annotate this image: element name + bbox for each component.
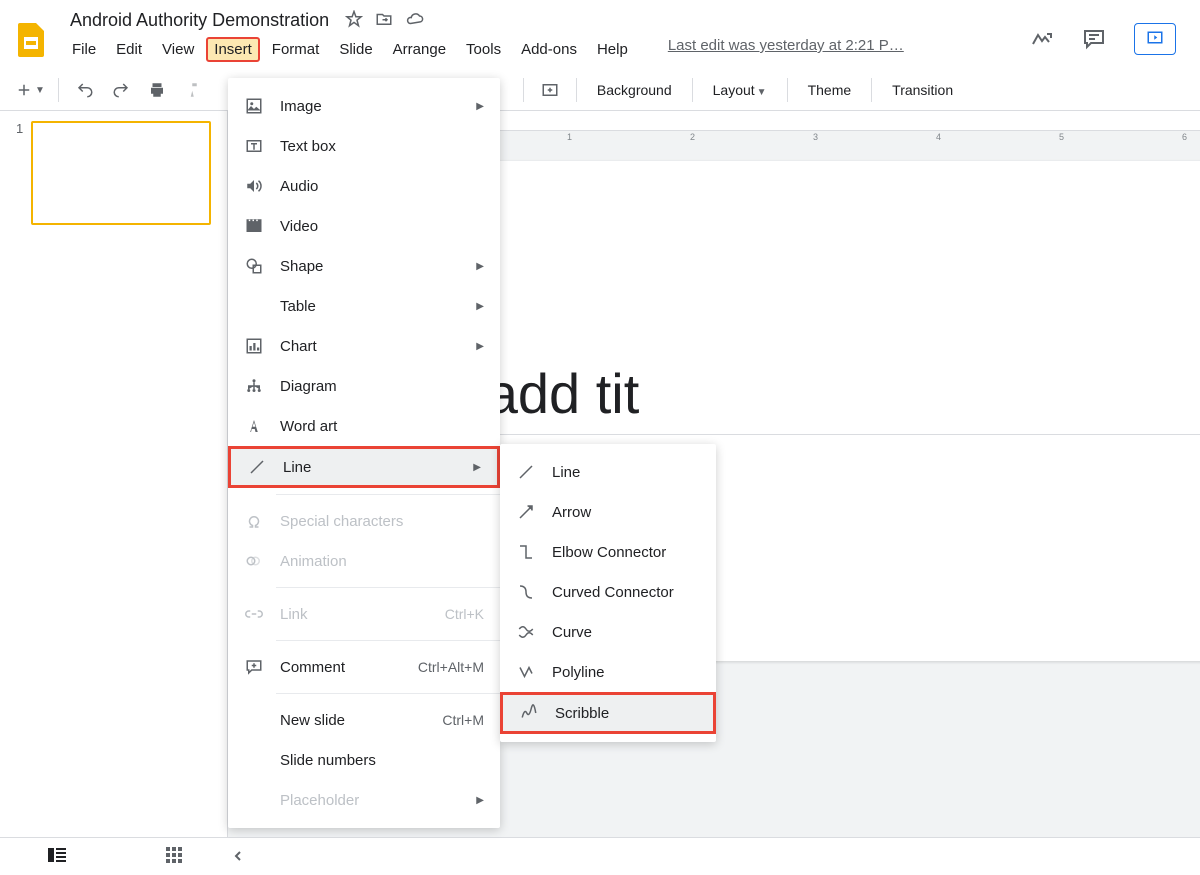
- insert-line[interactable]: Line ▶: [228, 446, 500, 488]
- shape-icon: [244, 256, 264, 276]
- cloud-icon[interactable]: [405, 10, 425, 31]
- chevron-right-icon: ▶: [476, 261, 484, 272]
- polyline-icon: [516, 662, 536, 682]
- insert-animation: Animation: [228, 541, 500, 581]
- chevron-right-icon: ▶: [476, 101, 484, 112]
- slide-preview[interactable]: [31, 121, 211, 225]
- insert-shape[interactable]: Shape ▶: [228, 246, 500, 286]
- arrow-icon: [516, 502, 536, 522]
- chart-icon: [244, 336, 264, 356]
- diagram-icon: [244, 376, 264, 396]
- insert-slide-numbers[interactable]: Slide numbers: [228, 740, 500, 780]
- chevron-right-icon: ▶: [476, 795, 484, 806]
- last-edit-link[interactable]: Last edit was yesterday at 2:21 P…: [668, 37, 904, 62]
- insert-special-chars: Special characters: [228, 501, 500, 541]
- comment-icon: [244, 657, 264, 677]
- star-icon[interactable]: [345, 10, 363, 31]
- grid-view-icon[interactable]: [166, 847, 182, 866]
- chevron-down-icon: ▼: [35, 85, 45, 96]
- insert-chart[interactable]: Chart ▶: [228, 326, 500, 366]
- line-arrow[interactable]: Arrow: [500, 492, 716, 532]
- line-polyline[interactable]: Polyline: [500, 652, 716, 692]
- insert-placeholder: Placeholder ▶: [228, 780, 500, 820]
- paint-format-button[interactable]: [177, 76, 209, 104]
- line-tool-icon: [516, 462, 536, 482]
- animation-icon: [244, 551, 264, 571]
- table-icon: [244, 296, 264, 316]
- omega-icon: [244, 511, 264, 531]
- print-button[interactable]: [141, 76, 173, 104]
- menu-addons[interactable]: Add-ons: [513, 37, 585, 62]
- insert-video[interactable]: Video: [228, 206, 500, 246]
- insert-new-slide[interactable]: New slide Ctrl+M: [228, 700, 500, 740]
- present-button[interactable]: [1134, 23, 1176, 55]
- slides-logo[interactable]: [12, 19, 52, 59]
- line-curve[interactable]: Curve: [500, 612, 716, 652]
- insert-audio[interactable]: Audio: [228, 166, 500, 206]
- fit-button[interactable]: [534, 76, 566, 104]
- elbow-icon: [516, 542, 536, 562]
- menu-insert[interactable]: Insert: [206, 37, 260, 62]
- wordart-icon: [244, 416, 264, 436]
- theme-button[interactable]: Theme: [798, 76, 862, 104]
- redo-button[interactable]: [105, 76, 137, 104]
- layout-button[interactable]: Layout▼: [703, 76, 777, 104]
- chevron-right-icon: ▶: [473, 462, 481, 473]
- comments-icon[interactable]: [1082, 27, 1106, 51]
- scribble-icon: [519, 703, 539, 723]
- line-scribble[interactable]: Scribble: [500, 692, 716, 734]
- link-icon: [244, 604, 264, 624]
- undo-button[interactable]: [69, 76, 101, 104]
- curve-icon: [516, 622, 536, 642]
- bottom-bar: [0, 837, 1200, 875]
- line-icon: [247, 457, 267, 477]
- insert-diagram[interactable]: Diagram: [228, 366, 500, 406]
- menu-edit[interactable]: Edit: [108, 37, 150, 62]
- menu-bar: File Edit View Insert Format Slide Arran…: [64, 33, 1030, 70]
- filmstrip-view-icon[interactable]: [48, 848, 66, 865]
- menu-format[interactable]: Format: [264, 37, 328, 62]
- move-icon[interactable]: [375, 10, 393, 31]
- image-icon: [244, 96, 264, 116]
- menu-arrange[interactable]: Arrange: [385, 37, 454, 62]
- menu-view[interactable]: View: [154, 37, 202, 62]
- textbox-icon: [244, 136, 264, 156]
- insert-wordart[interactable]: Word art: [228, 406, 500, 446]
- background-button[interactable]: Background: [587, 76, 682, 104]
- insert-link: Link Ctrl+K: [228, 594, 500, 634]
- insert-textbox[interactable]: Text box: [228, 126, 500, 166]
- insert-image[interactable]: Image ▶: [228, 86, 500, 126]
- menu-file[interactable]: File: [64, 37, 104, 62]
- menu-slide[interactable]: Slide: [331, 37, 380, 62]
- video-icon: [244, 216, 264, 236]
- new-slide-button[interactable]: ▼: [12, 76, 48, 104]
- line-line[interactable]: Line: [500, 452, 716, 492]
- activity-icon[interactable]: [1030, 27, 1054, 51]
- menu-tools[interactable]: Tools: [458, 37, 509, 62]
- doc-title[interactable]: Android Authority Demonstration: [64, 8, 335, 33]
- slide-panel: 1: [0, 111, 228, 856]
- line-elbow[interactable]: Elbow Connector: [500, 532, 716, 572]
- toolbar: ▼ Background Layout▼ Theme Transition: [0, 70, 1200, 111]
- menu-help[interactable]: Help: [589, 37, 636, 62]
- collapse-icon[interactable]: [232, 849, 244, 865]
- insert-table[interactable]: Table ▶: [228, 286, 500, 326]
- transition-button[interactable]: Transition: [882, 76, 963, 104]
- insert-dropdown: Image ▶ Text box Audio Video Shape ▶ Tab…: [228, 78, 500, 828]
- chevron-right-icon: ▶: [476, 341, 484, 352]
- curved-connector-icon: [516, 582, 536, 602]
- insert-comment[interactable]: Comment Ctrl+Alt+M: [228, 647, 500, 687]
- chevron-right-icon: ▶: [476, 301, 484, 312]
- line-submenu: Line Arrow Elbow Connector Curved Connec…: [500, 444, 716, 742]
- line-curved-connector[interactable]: Curved Connector: [500, 572, 716, 612]
- slide-number: 1: [16, 121, 23, 225]
- audio-icon: [244, 176, 264, 196]
- slide-thumbnail[interactable]: 1: [16, 121, 211, 225]
